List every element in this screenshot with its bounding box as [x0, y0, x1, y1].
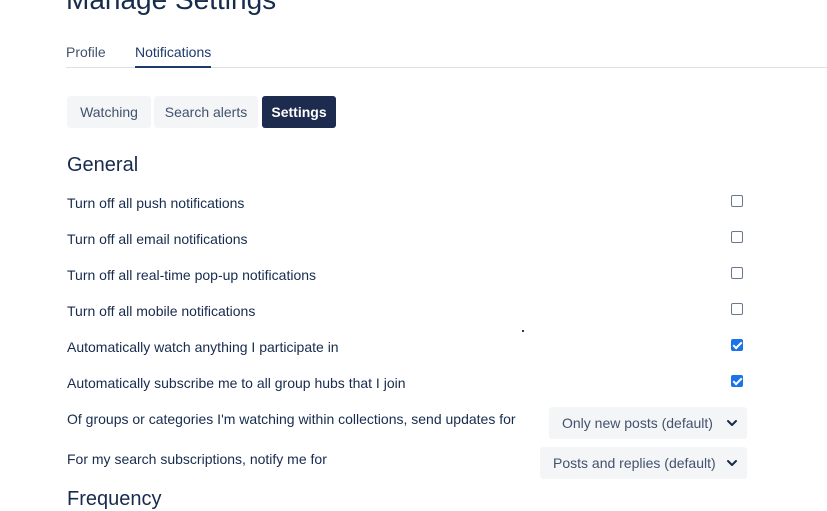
- checkbox-auto-watch[interactable]: [731, 339, 743, 351]
- tab-profile[interactable]: Profile: [66, 44, 106, 66]
- section-title-frequency: Frequency: [67, 488, 162, 510]
- select-group-updates-value: Only new posts (default): [562, 415, 713, 431]
- tab-notifications[interactable]: Notifications: [135, 44, 212, 68]
- setting-label-mobile: Turn off all mobile notifications: [67, 303, 256, 319]
- checkbox-email[interactable]: [731, 231, 743, 243]
- subtab-watching[interactable]: Watching: [67, 96, 151, 128]
- checkbox-auto-subscribe[interactable]: [731, 375, 743, 387]
- setting-label-auto-subscribe: Automatically subscribe me to all group …: [67, 375, 406, 391]
- setting-label-group-updates: Of groups or categories I'm watching wit…: [67, 411, 516, 427]
- setting-label-search-notify: For my search subscriptions, notify me f…: [67, 451, 327, 467]
- select-search-notify[interactable]: Posts and replies (default): [540, 447, 747, 479]
- setting-label-email: Turn off all email notifications: [67, 231, 248, 247]
- setting-label-popup: Turn off all real-time pop-up notificati…: [67, 267, 317, 283]
- checkbox-popup[interactable]: [731, 267, 743, 279]
- checkbox-push[interactable]: [731, 195, 743, 207]
- setting-label-auto-watch: Automatically watch anything I participa…: [67, 339, 339, 355]
- subtab-settings[interactable]: Settings: [262, 96, 336, 128]
- checkbox-mobile[interactable]: [731, 303, 743, 315]
- select-search-notify-value: Posts and replies (default): [553, 455, 716, 471]
- page-title: Manage Settings: [66, 0, 276, 16]
- stray-dot: [522, 330, 524, 332]
- subtab-search-alerts[interactable]: Search alerts: [154, 96, 258, 128]
- setting-label-push: Turn off all push notifications: [67, 195, 245, 211]
- select-group-updates[interactable]: Only new posts (default): [549, 407, 747, 439]
- top-tab-bar: Profile Notifications: [66, 38, 827, 68]
- chevron-down-icon: [727, 420, 737, 426]
- chevron-down-icon: [727, 460, 737, 466]
- section-title-general: General: [67, 154, 139, 176]
